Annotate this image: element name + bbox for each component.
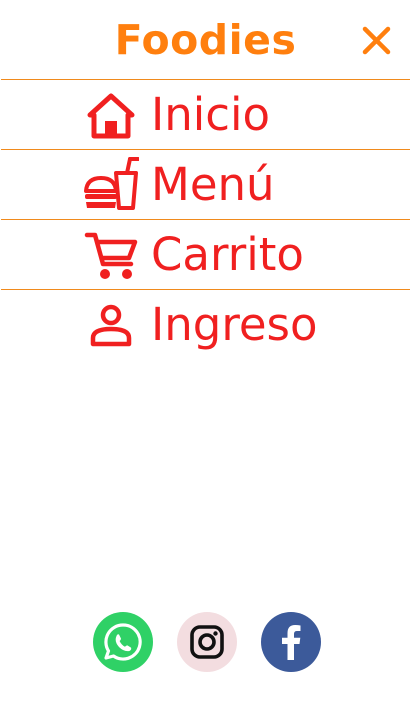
mobile-menu: Foodies Inicio Menú Carrito Ingreso bbox=[0, 0, 411, 719]
whatsapp-button[interactable] bbox=[93, 612, 153, 672]
menu-header: Foodies bbox=[1, 0, 410, 80]
nav-label-menu: Menú bbox=[151, 158, 275, 211]
instagram-button[interactable] bbox=[177, 612, 237, 672]
nav-item-carrito[interactable]: Carrito bbox=[1, 220, 410, 290]
close-button[interactable] bbox=[357, 22, 397, 62]
nav-item-ingreso[interactable]: Ingreso bbox=[1, 290, 410, 359]
whatsapp-icon bbox=[104, 623, 142, 661]
burger-drink-icon bbox=[83, 157, 140, 210]
nav-item-inicio[interactable]: Inicio bbox=[1, 80, 410, 150]
facebook-icon bbox=[282, 625, 301, 660]
nav-menu: Inicio Menú Carrito Ingreso bbox=[1, 80, 410, 359]
nav-label-carrito: Carrito bbox=[151, 228, 304, 281]
facebook-button[interactable] bbox=[261, 612, 321, 672]
nav-label-inicio: Inicio bbox=[151, 88, 271, 141]
person-icon bbox=[83, 300, 139, 350]
nav-label-ingreso: Ingreso bbox=[151, 298, 318, 351]
instagram-icon bbox=[190, 625, 224, 659]
brand-title: Foodies bbox=[114, 16, 297, 64]
home-icon bbox=[83, 90, 139, 140]
nav-item-menu[interactable]: Menú bbox=[1, 150, 410, 220]
close-icon bbox=[362, 26, 391, 55]
cart-icon bbox=[83, 230, 139, 280]
